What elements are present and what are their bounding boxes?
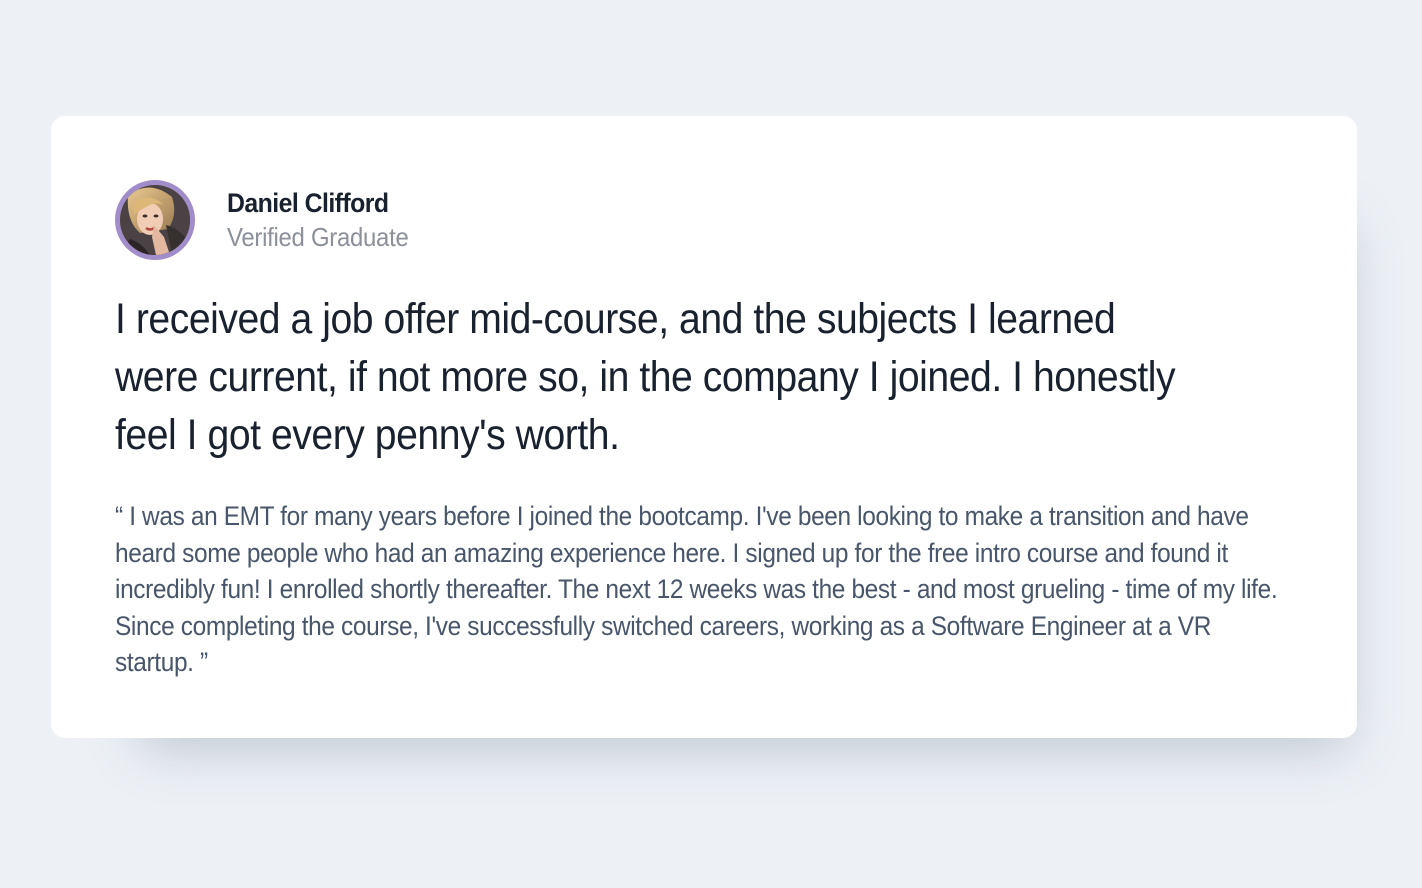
author-name: Daniel Clifford — [227, 188, 389, 218]
author-info: Daniel Clifford Verified Graduate — [227, 186, 424, 254]
testimonial-card: Daniel Clifford Verified Graduate I rece… — [51, 116, 1357, 738]
avatar-photo-icon — [120, 185, 190, 255]
testimonial-headline: I received a job offer mid-course, and t… — [115, 295, 1176, 459]
author-role: Verified Graduate — [227, 222, 409, 252]
testimonial-header: Daniel Clifford Verified Graduate — [115, 180, 1293, 260]
avatar — [115, 180, 195, 260]
testimonial-quote: “ I was an EMT for many years before I j… — [115, 501, 1278, 677]
